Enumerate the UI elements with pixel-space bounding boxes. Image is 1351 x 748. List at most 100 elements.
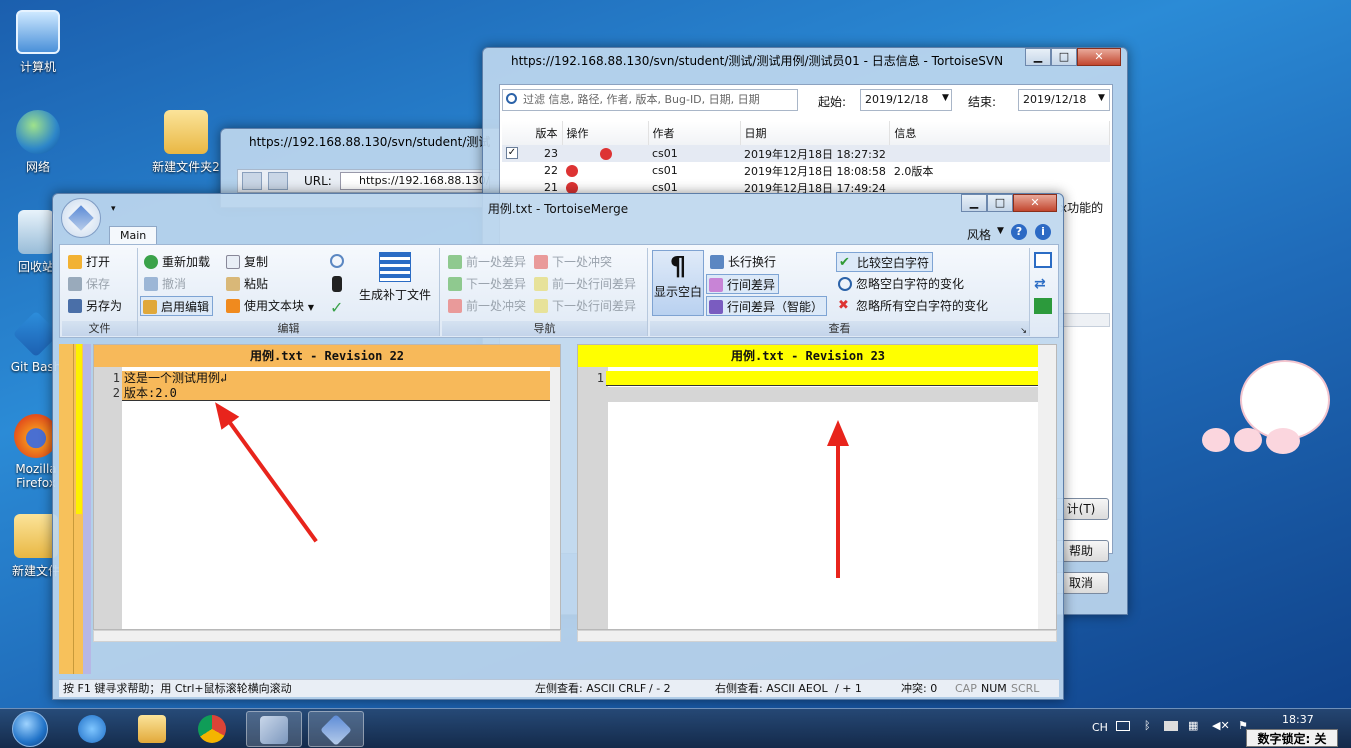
swap-icon[interactable]: ⇄ (1034, 276, 1046, 292)
keyboard-icon[interactable] (1116, 721, 1130, 731)
inline-diff-button[interactable]: 行间差异 (706, 274, 780, 294)
location-marker (76, 344, 82, 514)
taskbar-explorer[interactable] (124, 711, 180, 747)
compare-whitespace-button[interactable]: ✔ 比较空白字符 (836, 252, 934, 272)
clock[interactable]: 18:37 (1282, 713, 1314, 726)
next-inline-diff-button[interactable]: 下一处行间差异 (532, 296, 636, 316)
inline-diff-smart-button[interactable]: 行间差异（智能） (706, 296, 828, 316)
network-tray-icon[interactable]: ▦ (1188, 719, 1198, 732)
dialog-launcher-icon[interactable]: ↘ (1020, 326, 1027, 335)
paste-button[interactable]: 粘贴 (224, 274, 268, 294)
col-date[interactable]: 日期 (740, 121, 891, 145)
status-right-view: 右侧查看: ASCII AEOL (715, 682, 828, 695)
desktop-icon-label: 网络 (25, 160, 50, 174)
maximize-button[interactable]: □ (1051, 48, 1077, 66)
find-icon[interactable] (330, 254, 344, 268)
x-icon: ✖ (838, 298, 849, 313)
arrow-up-icon (448, 299, 462, 313)
link-icon[interactable] (332, 276, 342, 292)
next-diff-button[interactable]: 下一处差异 (446, 274, 526, 294)
edit-icon (143, 300, 157, 314)
bluetooth-icon[interactable]: ᛒ (1144, 719, 1151, 732)
taskbar-chrome[interactable] (184, 711, 240, 747)
left-line-1[interactable]: 1 这是一个测试用例↲ (94, 371, 552, 386)
left-pane[interactable]: 用例.txt - Revision 22 1 这是一个测试用例↲ 2 版本:2.0 (93, 344, 561, 630)
minimize-button[interactable]: ▁ (961, 194, 987, 212)
vm-icon[interactable] (1164, 721, 1178, 731)
forward-button[interactable] (268, 172, 288, 190)
volume-icon[interactable]: ◀✕ (1212, 719, 1230, 732)
from-date-picker[interactable]: 2019/12/18 (860, 89, 952, 111)
tortoisemerge-window[interactable]: ▾ 用例.txt - TortoiseMerge ▁ □ ✕ Main 风格 ▼… (52, 193, 1064, 700)
table-row[interactable]: 22 cs01 2019年12月18日 18:08:58 2.0版本 (502, 162, 1110, 179)
left-vscroll[interactable] (550, 367, 560, 629)
status-conflicts: 冲突: 0 (901, 682, 938, 695)
help-icon[interactable]: ? (1011, 224, 1027, 240)
copy-button[interactable]: 复制 (224, 252, 268, 272)
desktop-icon-computer[interactable]: 计算机 (2, 10, 74, 75)
taskbar-tortoisesvn[interactable] (246, 711, 302, 747)
status-bar: 按 F1 键寻求帮助；用 Ctrl+鼠标滚轮横向滚动 左侧查看: ASCII C… (59, 679, 1059, 697)
col-author[interactable]: 作者 (648, 121, 741, 145)
maximize-button[interactable]: □ (987, 194, 1013, 212)
back-button[interactable] (242, 172, 262, 190)
style-menu[interactable]: 风格 (967, 226, 991, 243)
arrow-down-icon (534, 255, 548, 269)
col-action[interactable]: 操作 (562, 121, 649, 145)
computer-icon (16, 10, 60, 54)
delete-action-icon (600, 148, 612, 160)
log-table-header: 版本 操作 作者 日期 信息 (502, 121, 1110, 145)
left-hscroll[interactable] (93, 630, 561, 642)
status-right-change: / + 1 (835, 682, 862, 695)
enable-edit-button[interactable]: 启用编辑 (140, 296, 214, 316)
ignore-all-whitespace-button[interactable]: ✖ 忽略所有空白字符的变化 (836, 296, 988, 316)
save-button[interactable]: 保存 (66, 274, 110, 294)
checkbox[interactable]: ✓ (506, 147, 518, 159)
check-icon[interactable]: ✓ (330, 298, 343, 317)
start-button[interactable] (4, 709, 56, 748)
inline-diff-smart-icon (709, 300, 723, 314)
author: cs01 (652, 164, 678, 177)
right-hscroll[interactable] (577, 630, 1057, 642)
right-vscroll[interactable] (1038, 345, 1056, 629)
wrap-long-lines-button[interactable]: 长行换行 (708, 252, 776, 272)
col-revision[interactable]: 版本 (502, 121, 563, 145)
show-whitespace-button[interactable]: ¶ 显示空白 (652, 250, 704, 316)
right-line-1[interactable]: 1 (578, 371, 1038, 386)
filter-input[interactable]: 过滤 信息, 路径, 作者, 版本, Bug-ID, 日期, 日期 (502, 89, 798, 111)
to-date-picker[interactable]: 2019/12/18 (1018, 89, 1110, 111)
taskbar-ie[interactable] (64, 711, 120, 747)
next-conflict-button[interactable]: 下一处冲突 (532, 252, 612, 272)
close-button[interactable]: ✕ (1013, 194, 1057, 212)
col-message[interactable]: 信息 (889, 121, 1110, 145)
url-field[interactable]: https://192.168.88.130/s (340, 172, 490, 190)
prev-inline-diff-button[interactable]: 前一处行间差异 (532, 274, 636, 294)
save-as-button[interactable]: 另存为 (66, 296, 122, 316)
tab-main[interactable]: Main (109, 226, 158, 244)
use-text-block-button[interactable]: 使用文本块 ▼ (224, 296, 314, 316)
undo-button[interactable]: 撤消 (142, 274, 186, 294)
date: 2019年12月18日 18:08:58 (744, 164, 886, 178)
prev-diff-button[interactable]: 前一处差异 (446, 252, 526, 272)
right-pane[interactable]: 用例.txt - Revision 23 1 (577, 344, 1057, 630)
taskbar-tortoisemerge[interactable] (308, 711, 364, 747)
one-pane-icon[interactable] (1034, 252, 1052, 268)
ribbon: 打开 保存 另存为 文件 重新加载 撤消 启用编辑 复制 粘贴 使用文本块 ▼ … (59, 244, 1059, 338)
ignore-whitespace-changes-button[interactable]: 忽略空白字符的变化 (836, 274, 964, 294)
reload-button[interactable]: 重新加载 (142, 252, 210, 272)
table-row[interactable]: ✓ 23 cs01 2019年12月18日 18:27:32 (502, 145, 1110, 162)
chevron-down-icon: ▼ (1098, 93, 1105, 103)
language-indicator[interactable]: CH (1092, 721, 1108, 734)
create-patch-button[interactable]: 生成补丁文件 (352, 250, 438, 303)
desktop-icon-network[interactable]: 网络 (2, 110, 74, 175)
left-location-bar[interactable] (59, 344, 73, 674)
open-button[interactable]: 打开 (66, 252, 110, 272)
desktop-icon-folder2[interactable]: 新建文件夹2 (146, 110, 226, 175)
left-line-2[interactable]: 2 版本:2.0 (94, 386, 552, 401)
collapse-icon[interactable] (1034, 298, 1052, 314)
minimize-button[interactable]: ▁ (1025, 48, 1051, 66)
annotation-arrow-right (827, 420, 849, 578)
prev-conflict-button[interactable]: 前一处冲突 (446, 296, 526, 316)
close-button[interactable]: ✕ (1077, 48, 1121, 66)
about-icon[interactable]: i (1035, 224, 1051, 240)
